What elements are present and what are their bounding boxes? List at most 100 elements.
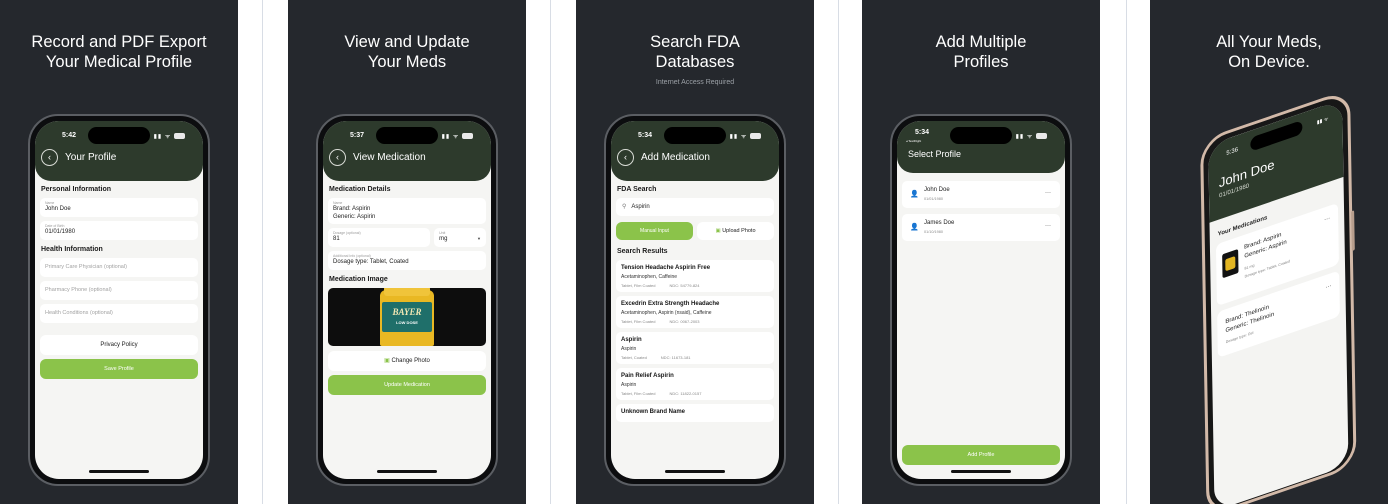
profile-dob: 01/10/1980 <box>924 230 944 234</box>
search-icon: ⚲ <box>622 204 627 210</box>
phone-screen: 5:34 ◂ TestFlight ▮▮ ᯤ Select Profile 👤 … <box>897 121 1065 479</box>
profile-item[interactable]: 👤 James Doe 01/10/1980 ··· <box>902 214 1060 241</box>
more-icon[interactable]: ··· <box>1045 190 1051 196</box>
profile-form: Personal Information Name John Doe Date … <box>40 183 198 379</box>
person-icon: 👤 <box>910 191 919 198</box>
panel-divider <box>262 0 263 504</box>
button-label: Upload Photo <box>722 228 756 234</box>
field-value: 81 <box>333 236 340 242</box>
chevron-down-icon: ▼ <box>477 236 481 241</box>
section-heading: Health Information <box>41 246 103 253</box>
medication-photo: BAYER LOW DOSE <box>328 288 486 346</box>
profile-dob: 01/01/1980 <box>924 197 944 201</box>
field-value: John Doe <box>45 206 71 212</box>
panel-select-profile: Add Multiple Profiles 5:34 ◂ TestFlight … <box>862 0 1100 504</box>
page-title: Add Medication <box>641 152 710 163</box>
battery-icon <box>462 133 473 140</box>
phone-frame: 5:42 ▮▮ ᯤ ‹ Your Profile Personal Inform… <box>28 114 210 486</box>
back-button[interactable]: ‹ <box>329 149 346 166</box>
phone-frame: 5:37 ▮▮ ᯤ ‹ View Medication Medication D… <box>316 114 498 486</box>
chevron-left-icon: ‹ <box>624 152 627 162</box>
search-input[interactable]: ⚲ Aspirin <box>616 198 774 216</box>
battery-icon <box>750 133 761 140</box>
result-ndc: NDC: 11822-0157 <box>669 391 702 396</box>
field-placeholder: Pharmacy Phone (optional) <box>45 287 112 293</box>
camera-icon: ▣ <box>384 358 390 364</box>
name-field[interactable]: Name John Doe <box>40 198 198 217</box>
result-ingredients: Acetaminophen, Aspirin (nsaid), Caffeine <box>621 310 712 316</box>
unit-select[interactable]: Unit mg ▼ <box>434 228 486 247</box>
result-ndc: NDC: 54779-824 <box>669 283 700 288</box>
signal-icon: ▮▮ ᯤ <box>1316 116 1329 126</box>
nav-header: 5:34 ◂ TestFlight ▮▮ ᯤ Select Profile <box>897 121 1065 173</box>
phone-frame-tilted: 5:36 ▮▮ ᯤ John Doe 01/01/1980 Your Medic… <box>1200 88 1357 504</box>
manual-input-button[interactable]: Manual Input <box>616 222 693 240</box>
add-profile-button[interactable]: Add Profile <box>902 445 1060 465</box>
health-conditions-field[interactable]: Health Conditions (optional) <box>40 304 198 323</box>
store-screenshots: Record and PDF Export Your Medical Profi… <box>0 0 1388 504</box>
privacy-policy-button[interactable]: Privacy Policy <box>40 335 198 355</box>
battery-icon <box>1036 133 1047 140</box>
result-meta: Tablet, Coated NDC: 11673-181 <box>621 355 769 360</box>
section-heading: Search Results <box>617 248 668 255</box>
save-profile-button[interactable]: Save Profile <box>40 359 198 379</box>
more-icon[interactable]: ··· <box>1324 215 1330 223</box>
dynamic-island <box>88 127 150 144</box>
upload-photo-button[interactable]: ▣ Upload Photo <box>697 222 774 240</box>
input-mode-toggle: Manual Input ▣ Upload Photo <box>616 222 774 240</box>
status-time: 5:37 <box>350 132 365 139</box>
signal-icon: ▮▮ ᯤ <box>729 134 748 140</box>
dosage-field[interactable]: Dosage (optional) 81 <box>328 228 431 247</box>
status-icons: ▮▮ ᯤ <box>442 132 473 140</box>
person-icon: 👤 <box>910 224 919 231</box>
section-heading: Personal Information <box>41 186 112 193</box>
result-ingredients: Aspirin <box>621 382 637 388</box>
update-medication-button[interactable]: Update Medication <box>328 375 486 395</box>
status-time: 5:34 <box>638 132 653 139</box>
phone-screen: 5:42 ▮▮ ᯤ ‹ Your Profile Personal Inform… <box>35 121 203 479</box>
search-result[interactable]: Pain Relief Aspirin Aspirin Tablet, Film… <box>616 368 774 400</box>
page-title: Select Profile <box>908 149 962 159</box>
pharmacy-phone-field[interactable]: Pharmacy Phone (optional) <box>40 281 198 300</box>
profile-list: 👤 John Doe 01/01/1980 ··· 👤 James Doe 01… <box>902 181 1060 247</box>
search-result[interactable]: Unknown Brand Name <box>616 404 774 422</box>
panel-headline: All Your Meds, On Device. <box>1216 33 1322 71</box>
result-form: Tablet, Coated <box>621 355 647 360</box>
result-title: Pain Relief Aspirin <box>621 373 674 379</box>
testflight-back[interactable]: ◂ TestFlight <box>906 139 921 143</box>
panel-headline: Add Multiple Profiles <box>935 33 1027 71</box>
status-time: 5:34 <box>915 129 930 136</box>
chevron-left-icon: ‹ <box>336 152 339 162</box>
home-indicator <box>665 470 725 473</box>
dynamic-island <box>376 127 438 144</box>
back-button[interactable]: ‹ <box>41 149 58 166</box>
change-photo-button[interactable]: ▣ Change Photo <box>328 351 486 371</box>
pcp-field[interactable]: Primary Care Physician (optional) <box>40 258 198 277</box>
panel-headline: Record and PDF Export Your Medical Profi… <box>31 33 207 71</box>
bottle-brand-text: BAYER <box>392 307 422 317</box>
phone-screen: 5:37 ▮▮ ᯤ ‹ View Medication Medication D… <box>323 121 491 479</box>
panel-subhead: Internet Access Required <box>655 79 735 86</box>
phone-screen: 5:34 ▮▮ ᯤ ‹ Add Medication FDA Search ⚲ A… <box>611 121 779 479</box>
result-title: Aspirin <box>621 337 642 343</box>
profile-name: James Doe <box>924 220 955 226</box>
profile-item[interactable]: 👤 John Doe 01/01/1980 ··· <box>902 181 1060 208</box>
more-icon[interactable]: ··· <box>1045 223 1051 229</box>
more-icon[interactable]: ··· <box>1325 283 1331 291</box>
panel-on-device: All Your Meds, On Device. 5:36 ▮▮ ᯤ John… <box>1150 0 1388 504</box>
search-result[interactable]: Aspirin Aspirin Tablet, Coated NDC: 11673… <box>616 332 774 364</box>
generic-value: Generic: Aspirin <box>333 214 376 220</box>
camera-icon: ▣ <box>715 228 721 234</box>
status-icons: ▮▮ ᯤ <box>1016 132 1047 140</box>
back-button[interactable]: ‹ <box>617 149 634 166</box>
medication-name-field[interactable]: Name Brand: Aspirin Generic: Aspirin <box>328 198 486 224</box>
result-title: Unknown Brand Name <box>621 409 686 415</box>
search-result[interactable]: Tension Headache Aspirin Free Acetaminop… <box>616 260 774 292</box>
med-dose: 81 mg <box>1244 263 1255 271</box>
bottle-shape <box>1225 255 1236 272</box>
additional-info-field[interactable]: Additional Info (optional) Dosage type: … <box>328 251 486 270</box>
dob-field[interactable]: Date of Birth 01/01/1980 <box>40 221 198 240</box>
home-indicator <box>89 470 149 473</box>
search-result[interactable]: Excedrin Extra Strength Headache Acetami… <box>616 296 774 328</box>
field-value: 01/01/1980 <box>45 229 76 235</box>
